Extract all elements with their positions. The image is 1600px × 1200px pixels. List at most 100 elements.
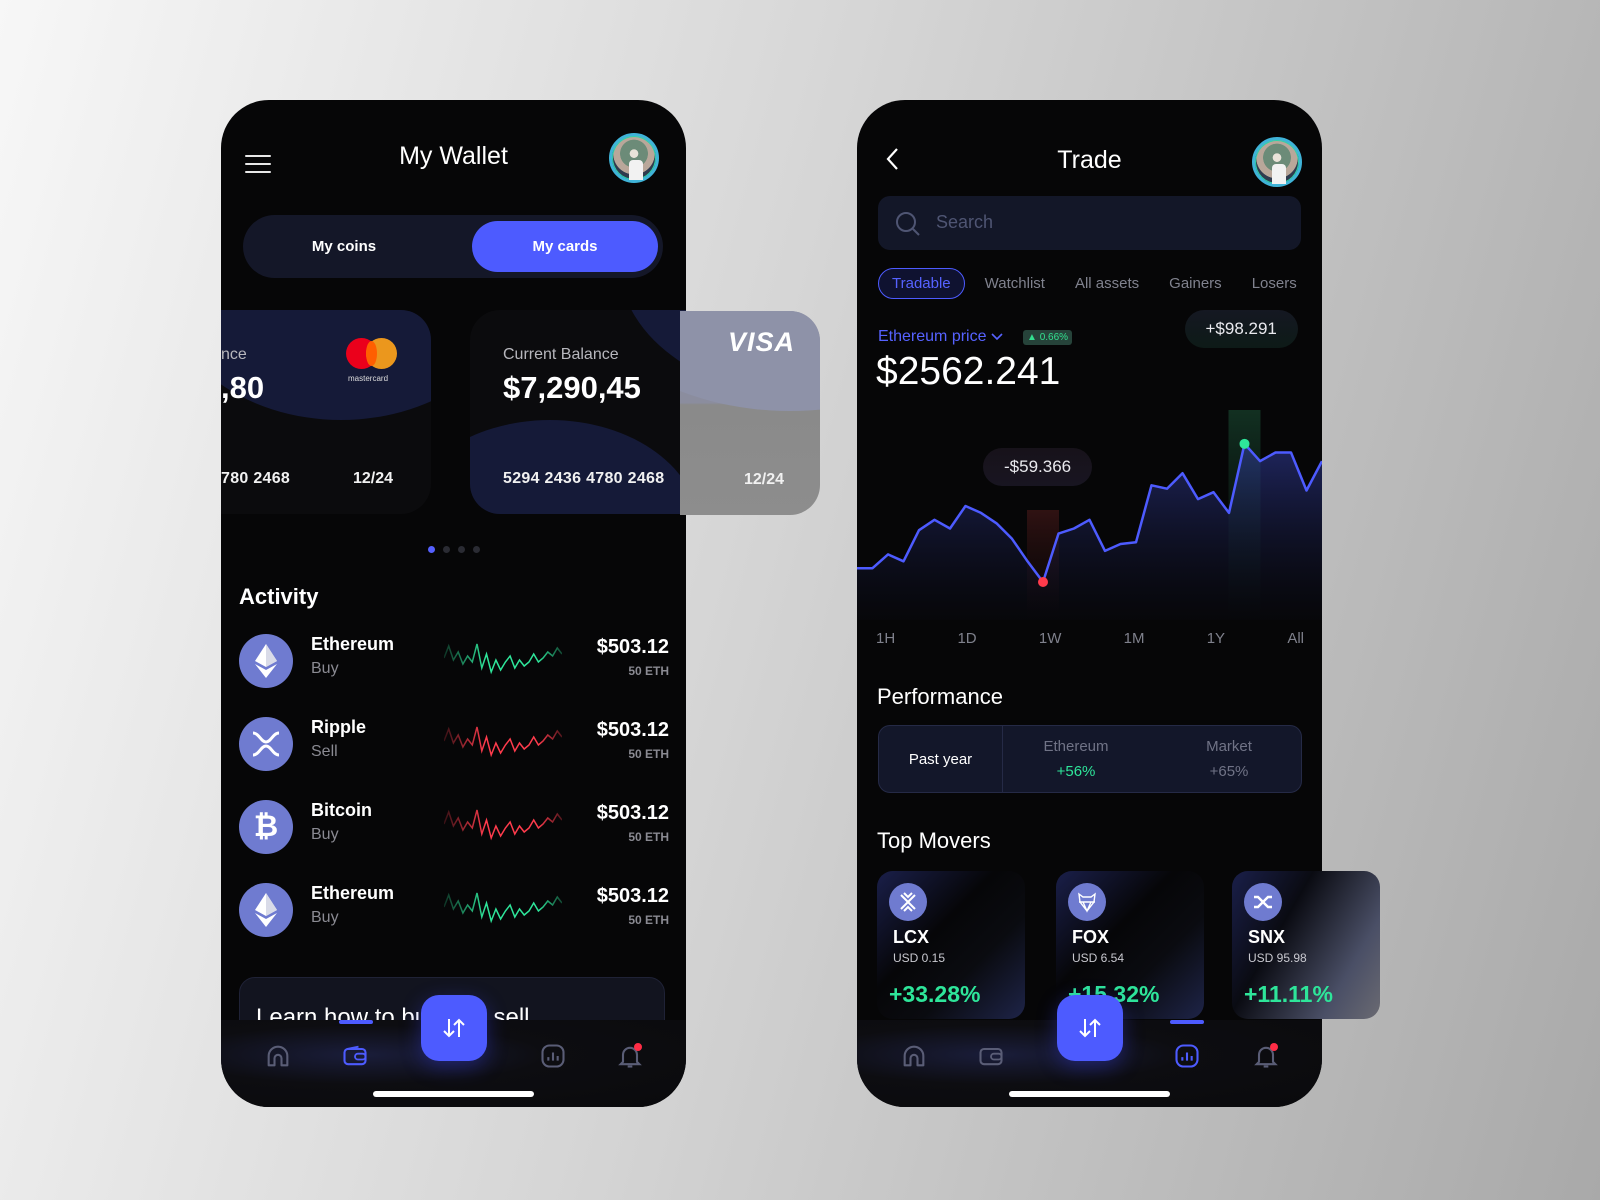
chip-all-assets[interactable]: All assets: [1075, 268, 1139, 299]
notification-badge: [634, 1043, 642, 1051]
card-visa[interactable]: Current Balance $7,290,45 VISA 5294 2436…: [470, 310, 686, 514]
activity-sub-amount: 50 ETH: [628, 747, 669, 761]
tooltip-high: +$98.291: [1184, 310, 1298, 348]
sparkline-path: [444, 726, 562, 758]
price-chart[interactable]: [857, 390, 1322, 720]
chevron-down-icon: [991, 333, 1003, 341]
range-all[interactable]: All: [1287, 630, 1304, 647]
activity-sub-amount: 50 ETH: [628, 664, 669, 678]
asset-selector[interactable]: Ethereum price: [878, 328, 1003, 346]
range-selector: 1H 1D 1W 1M 1Y All: [876, 630, 1304, 647]
fox-icon: [1068, 883, 1106, 921]
card-balance: $7,290,45: [503, 370, 641, 405]
sparkline: [444, 809, 562, 841]
swap-button[interactable]: [1057, 995, 1123, 1061]
coin-action: Sell: [311, 743, 338, 760]
coin-action: Buy: [311, 909, 339, 926]
activity-title: Activity: [239, 584, 319, 609]
change-badge-value: 0.66%: [1039, 332, 1069, 343]
activity-sub-amount: 50 ETH: [628, 913, 669, 927]
chip-watchlist[interactable]: Watchlist: [985, 268, 1045, 299]
card-brand: mastercard: [348, 374, 389, 383]
range-1h[interactable]: 1H: [876, 630, 895, 647]
avatar[interactable]: [609, 133, 659, 183]
chip-losers[interactable]: Losers: [1252, 268, 1297, 299]
bitcoin-icon: ₿: [239, 800, 293, 854]
avatar[interactable]: [1252, 137, 1302, 187]
performance-market-label: Market: [1206, 738, 1252, 755]
ethereum-icon: [239, 883, 293, 937]
mover-price: USD 6.54: [1072, 951, 1125, 965]
segmented-control: My coins My cards: [243, 215, 663, 278]
carousel-dot[interactable]: [442, 546, 450, 553]
tab-bar: [857, 995, 1322, 1107]
mastercard-logo-icon: [346, 338, 398, 370]
sparkline: [444, 726, 562, 758]
chart-low-point[interactable]: [1038, 577, 1048, 587]
filter-chips: Tradable Watchlist All assets Gainers Losers: [878, 268, 1322, 299]
performance-title: Performance: [877, 684, 1003, 709]
search-placeholder: Search: [936, 212, 994, 232]
coin-name: Ethereum: [311, 634, 395, 654]
activity-amount: $503.12: [596, 802, 669, 824]
card-expiry: 12/24: [744, 471, 785, 488]
activity-row[interactable]: ₿ Bitcoin Buy $503.12 50 ETH: [239, 796, 669, 856]
tab-my-cards[interactable]: My cards: [472, 221, 658, 272]
tooltip-low: -$59.366: [983, 448, 1093, 486]
wallet-icon[interactable]: [341, 1042, 369, 1070]
chip-tradable[interactable]: Tradable: [878, 268, 965, 299]
range-1m[interactable]: 1M: [1124, 630, 1145, 647]
activity-amount: $503.12: [596, 885, 669, 907]
performance-card: Past year Ethereum +56% Market +65%: [878, 725, 1302, 793]
notification-badge: [1270, 1043, 1278, 1051]
activity-row[interactable]: Ripple Sell $503.12 50 ETH: [239, 713, 669, 773]
card-mastercard[interactable]: nce ,80 mastercard 780 2468 12/24: [221, 310, 431, 514]
carousel-dot[interactable]: [457, 546, 465, 553]
mover-card[interactable]: LCX USD 0.15 +33.28%: [877, 871, 1025, 1019]
home-indicator: [373, 1091, 534, 1097]
activity-row[interactable]: Ethereum Buy $503.12 50 ETH: [239, 879, 669, 939]
tab-my-coins[interactable]: My coins: [251, 221, 437, 272]
card-label: nce: [221, 346, 247, 363]
carousel-dot[interactable]: [472, 546, 480, 553]
activity-row[interactable]: Ethereum Buy $503.12 50 ETH: [239, 630, 669, 690]
ripple-icon: [239, 717, 293, 771]
search-input[interactable]: Search: [878, 196, 1301, 250]
sparkline: [444, 892, 562, 924]
swap-button[interactable]: [421, 995, 487, 1061]
swap-arrows-icon: [443, 1018, 465, 1038]
carousel-dot[interactable]: [427, 546, 435, 553]
current-price: $2562.241: [876, 350, 1061, 393]
top-movers-title: Top Movers: [877, 828, 991, 853]
stats-icon[interactable]: [1173, 1042, 1201, 1070]
stats-icon[interactable]: [539, 1042, 567, 1070]
activity-amount: $503.12: [596, 719, 669, 741]
mover-price: USD 0.15: [893, 951, 946, 965]
coin-action: Buy: [311, 660, 339, 677]
performance-ethereum: Ethereum +56%: [1016, 738, 1136, 780]
sparkline-path: [444, 892, 562, 924]
card-balance: ,80: [221, 370, 265, 405]
activity-amount: $503.12: [596, 636, 669, 658]
card-label: Current Balance: [503, 346, 619, 363]
mover-card[interactable]: SNX USD 95.98 +11.11%: [1232, 871, 1380, 1019]
chip-gainers[interactable]: Gainers: [1169, 268, 1222, 299]
range-1d[interactable]: 1D: [957, 630, 976, 647]
wallet-screen: My Wallet My coins My cards nce ,80 mast…: [221, 100, 686, 1107]
chart-high-point[interactable]: [1239, 438, 1250, 449]
swap-arrows-icon: [1079, 1018, 1101, 1038]
range-1w[interactable]: 1W: [1039, 630, 1062, 647]
lcx-icon: [889, 883, 927, 921]
home-icon[interactable]: [900, 1042, 928, 1070]
home-icon[interactable]: [264, 1042, 292, 1070]
range-1y[interactable]: 1Y: [1207, 630, 1225, 647]
performance-market: Market +65%: [1169, 738, 1289, 780]
search-icon: [896, 212, 920, 236]
wallet-icon[interactable]: [977, 1042, 1005, 1070]
performance-ethereum-label: Ethereum: [1043, 738, 1109, 755]
card-decoration: [680, 311, 820, 411]
carousel-dots[interactable]: [221, 546, 686, 553]
performance-period[interactable]: Past year: [879, 726, 1003, 792]
card-expiry: 12/24: [353, 470, 394, 487]
mover-symbol: SNX: [1248, 927, 1286, 947]
